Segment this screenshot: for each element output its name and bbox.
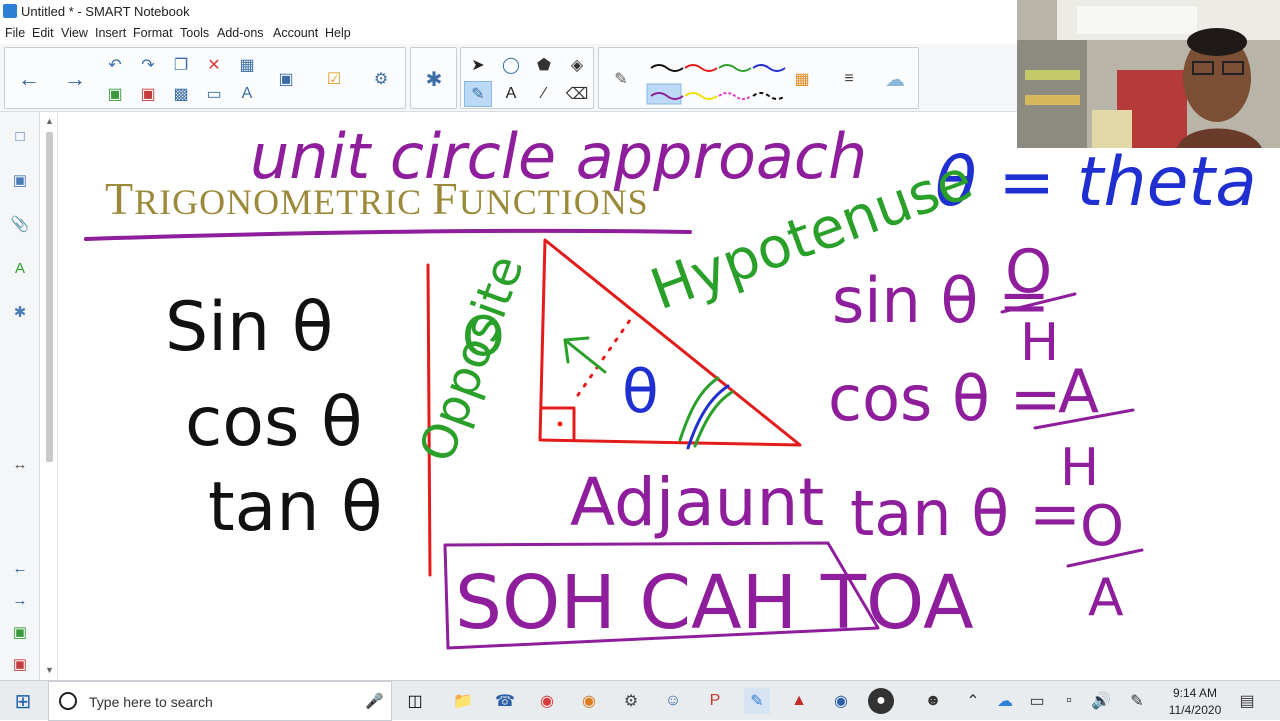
sidebar-delete-page-icon[interactable]: ▣	[8, 652, 32, 676]
menu-tools[interactable]: Tools	[180, 26, 209, 40]
smart-notebook-app-icon	[3, 4, 17, 18]
file-explorer-icon[interactable]: 📁	[450, 688, 476, 714]
paint-app-icon[interactable]: ◉	[828, 688, 854, 714]
resize-panel-icon[interactable]: ↔	[8, 452, 32, 476]
sidebar-left-arrow-icon[interactable]: ←	[8, 556, 32, 580]
toolbar-group-addon: ✱	[410, 47, 457, 109]
properties-icon[interactable]: A	[8, 256, 32, 280]
save-icon[interactable]: ▩	[167, 81, 195, 107]
response-icon[interactable]: ⚙	[367, 66, 395, 92]
network-icon[interactable]: ▫	[1056, 688, 1082, 714]
network-app-icon[interactable]: ⚙	[618, 688, 644, 714]
line-style-icon[interactable]: ≡	[835, 66, 863, 92]
side-panel-tabs: □ ▣ 📎 A ✱ ↔ ← → ▣ ▣	[0, 112, 40, 680]
clock-date: 11/4/2020	[1168, 703, 1222, 717]
system-clock[interactable]: 9:14 AM 11/4/2020	[1160, 685, 1230, 719]
undo-icon[interactable]: ↶	[101, 52, 129, 78]
acrobat-icon[interactable]: ▲	[786, 688, 812, 714]
pen-icon[interactable]: ✎	[607, 66, 635, 92]
taskbar-search[interactable]: Type here to search 🎤	[48, 681, 392, 721]
add-on-icon[interactable]: ✱	[420, 66, 448, 92]
volume-icon[interactable]: 🔊	[1088, 688, 1114, 714]
search-placeholder: Type here to search	[89, 694, 213, 710]
battery-icon[interactable]: ▭	[1024, 688, 1050, 714]
scroll-up-icon[interactable]: ▲	[44, 116, 55, 127]
shapes-icon[interactable]: ◯	[497, 52, 525, 78]
smart-notebook-taskbar-icon[interactable]: ✎	[744, 688, 770, 714]
select-icon[interactable]: ➤	[464, 52, 492, 78]
add-page-icon[interactable]: ▣	[101, 81, 129, 107]
show-hidden-icons[interactable]: ⌃	[960, 688, 986, 714]
task-view-icon[interactable]: ◫	[402, 688, 428, 714]
gallery-icon[interactable]: ▣	[8, 168, 32, 192]
powerpoint-icon[interactable]: P	[702, 688, 728, 714]
forward-arrow-icon[interactable]: →	[61, 66, 89, 92]
display-icon[interactable]: ▣	[272, 66, 300, 92]
menu-format[interactable]: Format	[133, 26, 173, 40]
delete-page-icon[interactable]: ▣	[134, 81, 162, 107]
person-app-icon[interactable]: ☺	[660, 688, 686, 714]
menu-account[interactable]: Account	[273, 26, 318, 40]
text-icon[interactable]: A	[233, 81, 261, 107]
table-icon[interactable]: ▦	[233, 52, 261, 78]
phone-app-icon[interactable]: ☎	[492, 688, 518, 714]
chrome-icon[interactable]: ◉	[534, 688, 560, 714]
menu-help[interactable]: Help	[325, 26, 351, 40]
delete-icon[interactable]: ✕	[200, 52, 228, 78]
page-sorter-icon[interactable]: □	[8, 124, 32, 148]
microphone-icon[interactable]: 🎤	[365, 692, 384, 710]
windows-taskbar: ⊞ Type here to search 🎤 ◫ 📁 ☎ ◉ ◉ ⚙ ☺ P …	[0, 680, 1280, 721]
line-tool-icon[interactable]: ∕	[530, 81, 558, 107]
eraser-tool-icon[interactable]: ⌫	[563, 81, 591, 107]
toolbar-group-pens: ✎ ▦ ≡ ☁	[598, 47, 919, 109]
slide-heading[interactable]: TRIGONOMETRIC FUNCTIONS	[105, 172, 649, 225]
screen-shade-icon[interactable]: ▭	[200, 81, 228, 107]
obs-icon[interactable]: ●	[868, 688, 894, 714]
activity-icon[interactable]: ☑	[320, 66, 348, 92]
menu-file[interactable]: File	[5, 26, 25, 40]
menu-insert[interactable]: Insert	[95, 26, 126, 40]
webcam-overlay	[1017, 0, 1280, 148]
people-icon[interactable]: ☻	[920, 688, 946, 714]
vertical-scrollbar[interactable]: ▲ ▼	[41, 112, 58, 680]
toolbar-group-main: ← → ↶ ↷ ❐ ✕ ▦ ▣ ▣ ▩ ▭ A ▣ ☑ ⚙	[4, 47, 406, 109]
menu-view[interactable]: View	[61, 26, 88, 40]
fill-icon[interactable]: ◈	[563, 52, 591, 78]
search-icon	[59, 692, 77, 710]
notification-icon[interactable]: ▤	[1234, 688, 1260, 714]
text-tool-icon[interactable]: A	[497, 81, 525, 107]
eraser-icon[interactable]: ⬟	[530, 52, 558, 78]
webcam-feed-image	[1017, 0, 1280, 148]
toolbar-group-tools: ➤ ◯ ⬟ ◈ ✎ A ∕ ⌫	[460, 47, 594, 109]
add-ons-panel-icon[interactable]: ✱	[8, 300, 32, 324]
onedrive-icon[interactable]: ☁	[992, 688, 1018, 714]
firefox-icon[interactable]: ◉	[576, 688, 602, 714]
scroll-thumb[interactable]	[46, 132, 53, 462]
menu-edit[interactable]: Edit	[32, 26, 54, 40]
window-title: Untitled * - SMART Notebook	[21, 4, 190, 19]
back-arrow-icon[interactable]: ←	[15, 66, 43, 92]
sidebar-add-page-icon[interactable]: ▣	[8, 620, 32, 644]
pen-workspace-icon[interactable]: ✎	[1124, 688, 1150, 714]
color-palette-icon[interactable]: ▦	[788, 66, 816, 92]
cloud-icon[interactable]: ☁	[881, 66, 909, 92]
scroll-down-icon[interactable]: ▼	[44, 665, 55, 676]
windows-start-icon[interactable]: ⊞	[10, 688, 36, 714]
menu-add-ons[interactable]: Add-ons	[217, 26, 264, 40]
clock-time: 9:14 AM	[1172, 686, 1218, 700]
paste-icon[interactable]: ❐	[167, 52, 195, 78]
redo-icon[interactable]: ↷	[134, 52, 162, 78]
pen-tool-icon[interactable]: ✎	[464, 81, 492, 107]
attachments-icon[interactable]: 📎	[8, 212, 32, 236]
sidebar-right-arrow-icon[interactable]: →	[8, 588, 32, 612]
